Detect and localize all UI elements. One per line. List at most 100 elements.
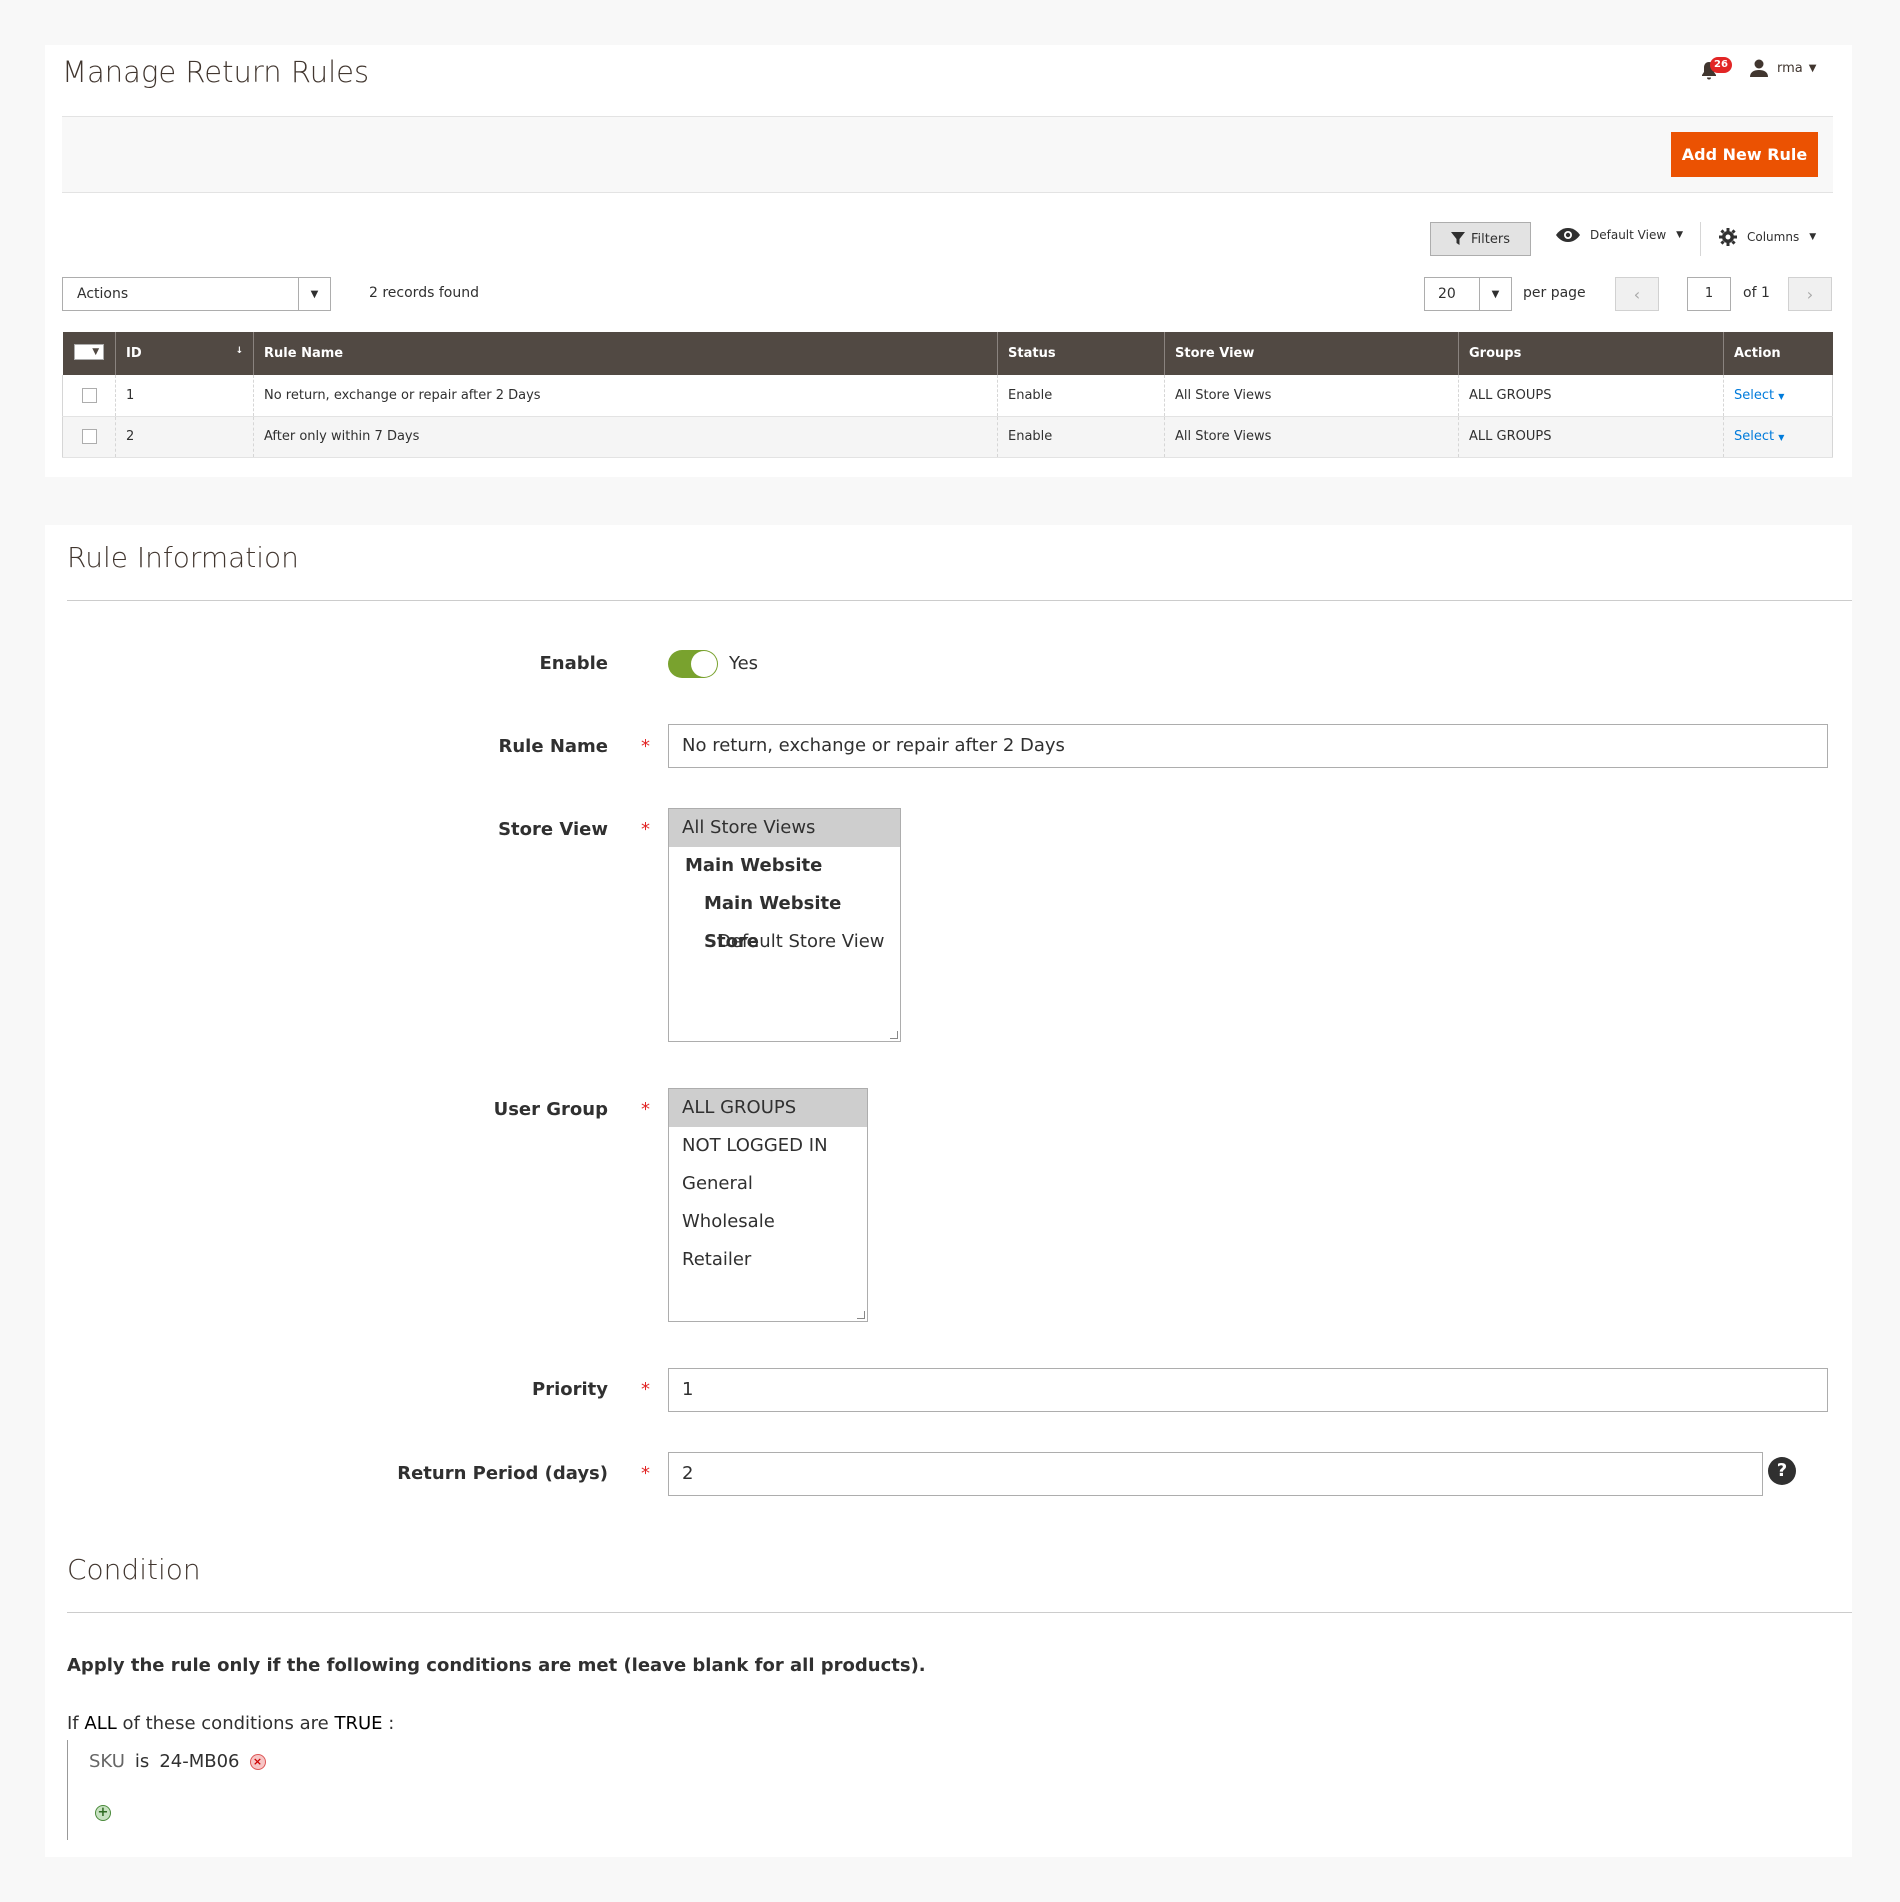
- toolbar-divider: [1700, 222, 1701, 256]
- view-label: Default View: [1590, 228, 1667, 242]
- cell-rule-name: No return, exchange or repair after 2 Da…: [253, 375, 998, 417]
- cell-action: Select ▼: [1723, 375, 1833, 417]
- row-checkbox[interactable]: [81, 387, 97, 403]
- cell-id: 1: [115, 375, 254, 417]
- condition-value[interactable]: 24-MB06: [159, 1751, 239, 1772]
- rule-information-title: Rule Information: [67, 541, 299, 574]
- required-mark: *: [641, 1099, 650, 1120]
- table-row: 2 After only within 7 Days Enable All St…: [62, 416, 1833, 458]
- column-header-store-view[interactable]: Store View: [1164, 332, 1459, 375]
- required-mark: *: [641, 819, 650, 840]
- section-divider: [67, 1612, 1852, 1613]
- mass-select-header[interactable]: ▼: [62, 332, 116, 375]
- mass-select-checkbox[interactable]: ▼: [73, 344, 104, 360]
- return-period-input[interactable]: 2: [668, 1452, 1763, 1496]
- column-header-groups[interactable]: Groups: [1458, 332, 1724, 375]
- column-header-status[interactable]: Status: [997, 332, 1165, 375]
- sort-arrow-icon: ↓: [235, 346, 243, 356]
- option-group-main-website: Main Website: [685, 855, 823, 876]
- option-retailer[interactable]: Retailer: [669, 1241, 867, 1279]
- condition-note: Apply the rule only if the following con…: [67, 1655, 926, 1676]
- cell-id: 2: [115, 416, 254, 458]
- cell-store-view: All Store Views: [1164, 416, 1459, 458]
- page-title: Manage Return Rules: [62, 55, 370, 89]
- cell-status: Enable: [997, 416, 1165, 458]
- chevron-down-icon[interactable]: ▼: [1479, 278, 1511, 310]
- view-switcher[interactable]: Default View ▼: [1556, 228, 1683, 242]
- condition-operator[interactable]: is: [135, 1751, 149, 1772]
- user-account-menu[interactable]: rma ▼: [1749, 58, 1816, 78]
- option-general[interactable]: General: [669, 1165, 867, 1203]
- filters-label: Filters: [1471, 231, 1510, 247]
- page-actions-bar: Add New Rule: [62, 116, 1833, 193]
- next-page-button[interactable]: ›: [1788, 277, 1832, 311]
- chevron-down-icon: ▼: [1778, 433, 1785, 442]
- enable-label: Enable: [539, 653, 608, 674]
- aggregator-value-select[interactable]: TRUE: [334, 1713, 382, 1734]
- store-view-multiselect[interactable]: All Store Views Main Website Main Websit…: [668, 808, 901, 1042]
- cell-groups: ALL GROUPS: [1458, 375, 1724, 417]
- condition-middle-text: of these conditions are: [122, 1713, 329, 1734]
- option-all-groups[interactable]: ALL GROUPS: [669, 1089, 867, 1127]
- cell-groups: ALL GROUPS: [1458, 416, 1724, 458]
- rule-name-label: Rule Name: [498, 736, 609, 757]
- gear-icon: [1719, 228, 1737, 246]
- help-icon[interactable]: ?: [1768, 1457, 1796, 1485]
- notifications-count-badge: 26: [1710, 57, 1732, 73]
- per-page-value: 20: [1438, 286, 1456, 302]
- remove-condition-icon[interactable]: ×: [249, 1753, 266, 1770]
- column-header-rule-name[interactable]: Rule Name: [253, 332, 998, 375]
- rule-name-input[interactable]: No return, exchange or repair after 2 Da…: [668, 724, 1828, 768]
- filters-button[interactable]: Filters: [1430, 222, 1531, 256]
- resize-handle[interactable]: [890, 1031, 898, 1039]
- rules-grid: ▼ ID ↓ Rule Name Status Store View Groups…: [62, 332, 1833, 458]
- option-all-store-views[interactable]: All Store Views: [669, 809, 900, 847]
- table-row: 1 No return, exchange or repair after 2 …: [62, 375, 1833, 417]
- chevron-down-icon: ▼: [1809, 232, 1817, 242]
- column-header-action: Action: [1723, 332, 1833, 375]
- condition-attribute[interactable]: SKU: [89, 1751, 125, 1772]
- cell-action: Select ▼: [1723, 416, 1833, 458]
- per-page-select[interactable]: 20 ▼: [1424, 277, 1512, 311]
- enable-toggle[interactable]: [668, 650, 718, 678]
- required-mark: *: [641, 1379, 650, 1400]
- cell-status: Enable: [997, 375, 1165, 417]
- chevron-left-icon: ‹: [1633, 284, 1641, 304]
- column-header-id[interactable]: ID ↓: [115, 332, 254, 375]
- option-wholesale[interactable]: Wholesale: [669, 1203, 867, 1241]
- columns-control[interactable]: Columns ▼: [1719, 228, 1816, 246]
- option-group-main-website-store: Main Website Store: [704, 893, 842, 952]
- grid-panel: Manage Return Rules 26 rma ▼ Add New Rul…: [45, 45, 1852, 477]
- aggregator-select[interactable]: ALL: [84, 1713, 116, 1734]
- user-group-multiselect[interactable]: ALL GROUPS NOT LOGGED IN General Wholesa…: [668, 1088, 868, 1322]
- records-found: 2 records found: [369, 285, 479, 301]
- rule-form-panel: Rule Information Enable Yes Rule Name * …: [45, 525, 1852, 1857]
- page-number-input[interactable]: 1: [1687, 277, 1731, 311]
- previous-page-button[interactable]: ‹: [1615, 277, 1659, 311]
- option-not-logged-in[interactable]: NOT LOGGED IN: [669, 1127, 867, 1165]
- chevron-down-icon: ▼: [1778, 391, 1785, 401]
- store-view-label: Store View: [498, 819, 608, 840]
- cell-store-view: All Store Views: [1164, 375, 1459, 417]
- return-period-label: Return Period (days): [397, 1463, 608, 1484]
- user-group-label: User Group: [493, 1099, 608, 1120]
- required-mark: *: [641, 736, 650, 757]
- row-action-select[interactable]: Select ▼: [1734, 429, 1784, 444]
- add-new-rule-button[interactable]: Add New Rule: [1671, 132, 1818, 177]
- eye-icon: [1556, 228, 1580, 242]
- section-divider: [67, 600, 1852, 601]
- row-action-select[interactable]: Select ▼: [1734, 388, 1784, 403]
- chevron-down-icon[interactable]: ▼: [298, 278, 330, 310]
- priority-input[interactable]: 1: [668, 1368, 1828, 1412]
- mass-actions-select[interactable]: Actions ▼: [62, 277, 331, 311]
- enable-value: Yes: [729, 653, 759, 674]
- condition-title: Condition: [67, 1553, 201, 1586]
- row-select-cell: [62, 416, 116, 458]
- row-checkbox[interactable]: [81, 429, 97, 444]
- filter-icon: [1451, 232, 1466, 245]
- chevron-down-icon: ▼: [92, 347, 100, 357]
- add-condition-icon[interactable]: +: [95, 1805, 111, 1821]
- columns-label: Columns: [1747, 230, 1800, 244]
- per-page-label: per page: [1523, 285, 1586, 301]
- resize-handle[interactable]: [857, 1311, 865, 1319]
